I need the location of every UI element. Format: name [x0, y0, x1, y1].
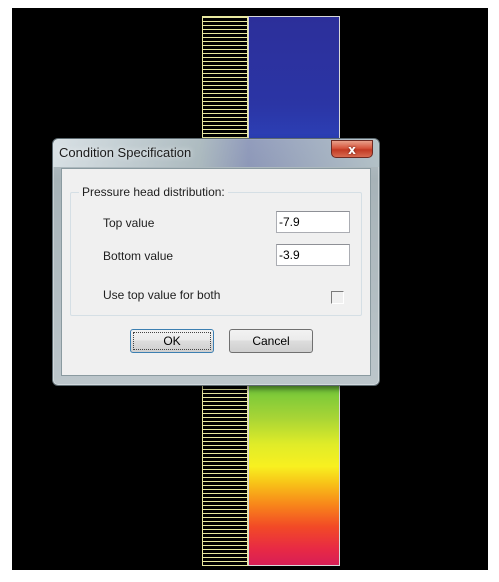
close-icon: x — [348, 143, 356, 157]
ok-button-label: OK — [163, 334, 181, 348]
pressure-head-groupbox: Pressure head distribution: Top value Bo… — [70, 185, 362, 316]
dialog-title: Condition Specification — [59, 145, 192, 160]
top-value-label: Top value — [103, 216, 155, 230]
bottom-value-label: Bottom value — [103, 249, 174, 263]
dialog-titlebar[interactable]: Condition Specification x — [53, 139, 379, 167]
cancel-button[interactable]: Cancel — [229, 329, 313, 353]
cancel-button-label: Cancel — [252, 334, 290, 348]
top-value-field[interactable] — [276, 211, 350, 233]
use-top-value-label: Use top value for both — [103, 288, 221, 302]
use-top-value-checkbox[interactable] — [331, 291, 344, 304]
close-button[interactable]: x — [331, 140, 373, 158]
dialog-client-area: Pressure head distribution: Top value Bo… — [61, 168, 371, 376]
bottom-value-field[interactable] — [276, 244, 350, 266]
condition-specification-dialog: Condition Specification x Pressure head … — [52, 138, 380, 386]
groupbox-label: Pressure head distribution: — [79, 185, 228, 199]
ok-button[interactable]: OK — [130, 329, 214, 353]
